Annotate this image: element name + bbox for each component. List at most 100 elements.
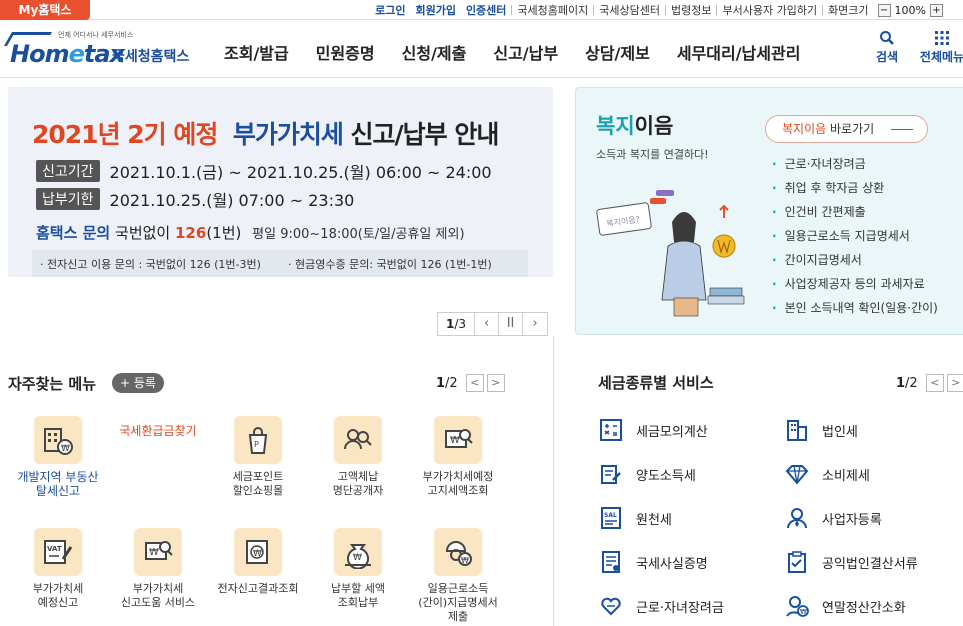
service-label: 연말정산간소화 [822, 600, 906, 616]
fav-label: 부가가치세 신고도움 서비스 [120, 582, 196, 609]
welfare-item[interactable]: 본인 소득내역 확인(일용·간이) [772, 296, 938, 320]
nav-tax-agent[interactable]: 세무대리/납세관리 [677, 40, 801, 64]
logo-korean-name: 국세청홈택스 [112, 49, 190, 65]
service-item[interactable]: 법인세 [784, 417, 858, 443]
zoom-in-button[interactable]: + [930, 3, 943, 17]
service-label: 세금모의계산 [636, 424, 708, 440]
service-item[interactable]: 근로·자녀장려금 [598, 593, 724, 619]
main-nav: 조회/발급 민원증명 신청/제출 신고/납부 상담/제보 세무대리/납세관리 [224, 40, 827, 64]
people-search-icon [334, 416, 382, 464]
login-link[interactable]: 로그인 [370, 2, 410, 18]
e-filing-inquiry-note: · 전자신고 이용 문의 : 국번없이 126 (1번-3번) [40, 257, 261, 271]
worker-coin-icon: ₩ [434, 528, 482, 576]
fav-label: 국세환급금찾기 [119, 424, 197, 438]
service-item[interactable]: 세금모의계산 [598, 417, 708, 443]
welfare-item[interactable]: 일용근로소득 지급명세서 [772, 224, 938, 248]
salary-doc-icon: SAL [598, 505, 624, 531]
fav-label: 납부할 세액 조회납부 [330, 582, 386, 609]
fav-item[interactable]: P 세금포인트 할인쇼핑몰 [208, 416, 308, 498]
service-item[interactable]: 소비제세 [784, 461, 870, 487]
service-label: 공익법인결산서류 [822, 556, 918, 572]
dept-user-signup-link[interactable]: 부서사용자 가입하기 [717, 2, 822, 18]
service-item[interactable]: ₩ 연말정산간소화 [784, 593, 906, 619]
won-search-icon: ₩ [434, 416, 482, 464]
fav-item[interactable]: ₩ 납부할 세액 조회납부 [308, 528, 408, 610]
nts-homepage-link[interactable]: 국세청홈페이지 [512, 2, 593, 18]
service-item[interactable]: SAL 원천세 [598, 505, 672, 531]
my-hometax-tab[interactable]: My홈택스 [0, 0, 90, 20]
fav-item[interactable]: ₩ 부가가치세 신고도움 서비스 [108, 528, 208, 610]
nav-civil-certificate[interactable]: 민원증명 [316, 40, 375, 64]
search-button[interactable]: 검색 [865, 30, 909, 65]
fav-item[interactable]: 국세환급금찾기 [108, 416, 208, 438]
fav-item[interactable]: VAT 부가가치세 예정신고 [8, 528, 108, 610]
welfare-item[interactable]: 취업 후 학자금 상환 [772, 176, 938, 200]
svg-text:₩: ₩ [800, 608, 807, 616]
svg-text:P: P [254, 440, 259, 449]
welfare-shortcut-button[interactable]: 복지이음 바로가기 [765, 115, 928, 143]
services-prev-button[interactable]: < [925, 374, 944, 392]
welfare-item[interactable]: 인건비 간편제출 [772, 200, 938, 224]
inquiry-line: 홈택스 문의 국번없이 126(1번) 평일 9:00~18:00(토/일/공휴… [36, 224, 465, 242]
svg-text:₩: ₩ [461, 556, 469, 565]
fav-label: 세금포인트 할인쇼핑몰 [232, 470, 284, 497]
tag-labels-icon [650, 190, 674, 204]
zoom-out-button[interactable]: − [877, 3, 891, 17]
service-label: 국세사실증명 [636, 556, 708, 572]
books-stack-icon [707, 287, 745, 305]
signup-link[interactable]: 회원가입 [410, 2, 460, 18]
services-pager: 1/2 < > [896, 374, 963, 392]
banner-pause-button[interactable]: II [499, 313, 524, 335]
certificate-center-link[interactable]: 인증센터 [461, 2, 511, 18]
service-item[interactable]: 양도소득세 [598, 461, 696, 487]
hometax-logo[interactable]: 언제 어디서나 세무서비스 Hometax 국세청홈택스 [3, 28, 193, 72]
vat-pen-icon: VAT [34, 528, 82, 576]
fav-item[interactable]: ₩ 부가가치세예정 고지세액조회 [408, 416, 508, 498]
payment-due-row: 납부기한 2021.10.25.(월) 07:00 ~ 23:30 [36, 187, 354, 211]
nav-inquiry-issue[interactable]: 조회/발급 [224, 40, 289, 64]
certificate-icon [598, 549, 624, 575]
banner-prev-button[interactable]: ‹ [475, 313, 500, 335]
favorites-title: 자주찾는 메뉴 [8, 375, 97, 393]
filing-period-badge: 신고기간 [36, 160, 100, 182]
services-next-button[interactable]: > [946, 374, 963, 392]
favorites-prev-button[interactable]: < [465, 374, 484, 392]
nts-consult-center-link[interactable]: 국세상담센터 [594, 2, 665, 18]
banner-next-button[interactable]: › [523, 313, 547, 335]
welfare-item[interactable]: 사업장제공자 등의 과세자료 [772, 272, 938, 296]
service-item[interactable]: 국세사실증명 [598, 549, 708, 575]
won-doc-icon: ₩ [234, 528, 282, 576]
welfare-link-panel: 복지이음 소득과 복지를 연결하다! 복지이음 바로가기 근로·자녀장려금 취업… [575, 87, 963, 335]
favorites-register-button[interactable]: + 등록 [112, 373, 164, 393]
service-item[interactable]: 사업자등록 [784, 505, 882, 531]
fav-item[interactable]: ₩ 전자신고결과조회 [208, 528, 308, 596]
favorites-next-button[interactable]: > [486, 374, 505, 392]
svg-text:VAT: VAT [47, 545, 62, 553]
all-menu-button[interactable]: 전체메뉴 [918, 30, 963, 65]
fav-label: 부가가치세예정 고지세액조회 [422, 470, 494, 497]
law-info-link[interactable]: 법령정보 [666, 2, 716, 18]
nav-apply-submit[interactable]: 신청/제출 [402, 40, 467, 64]
logo-wordmark: Hometax [10, 40, 125, 68]
top-utility-bar: My홈택스 로그인 회원가입 인증센터 국세청홈페이지 국세상담센터 법령정보 … [0, 0, 963, 20]
transfer-doc-icon [598, 461, 624, 487]
fav-item[interactable]: ₩ 일용근로소득 (간이)지급명세서 제출 [408, 528, 508, 624]
favorites-page-count: 1/2 [436, 375, 458, 391]
fav-item[interactable]: 고액체납 명단공개자 [308, 416, 408, 498]
site-header: 언제 어디서나 세무서비스 Hometax 국세청홈택스 조회/발급 민원증명 … [0, 20, 963, 78]
grid-menu-icon [935, 31, 949, 45]
welfare-subtitle: 소득과 복지를 연결하다! [596, 148, 709, 161]
service-label: 사업자등록 [822, 512, 882, 528]
banner-page-count: 1/3 [438, 313, 476, 335]
welfare-item[interactable]: 근로·자녀장려금 [772, 152, 938, 176]
question-board-icon: 복지이음? [596, 202, 652, 236]
nav-consult-report[interactable]: 상담/제보 [585, 40, 650, 64]
welfare-item[interactable]: 간이지급명세서 [772, 248, 938, 272]
service-item[interactable]: 공익법인결산서류 [784, 549, 918, 575]
vat-notice-banner[interactable]: 2021년 2기 예정 부가가치세 신고/납부 안내 신고기간 2021.10.… [8, 87, 553, 277]
zoom-control: − 100% + [874, 3, 943, 17]
banner-title: 2021년 2기 예정 부가가치세 신고/납부 안내 [32, 120, 499, 149]
fav-label: 개발지역 부동산 탈세신고 [17, 470, 99, 498]
fav-item[interactable]: ₩ 개발지역 부동산 탈세신고 [8, 416, 108, 498]
nav-report-pay[interactable]: 신고/납부 [493, 40, 558, 64]
